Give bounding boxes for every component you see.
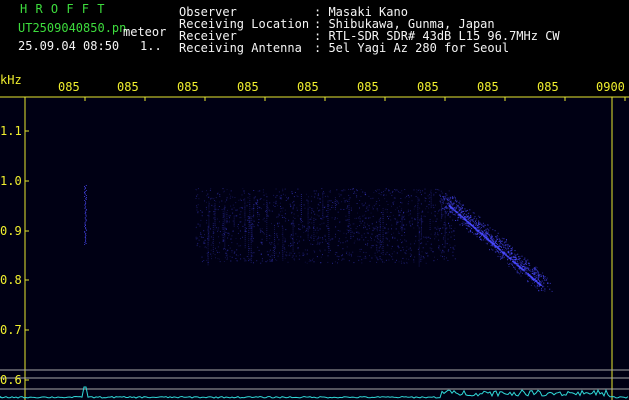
app-name: H R O F F T [20, 2, 105, 16]
file-name: UT2509040850.pn [18, 21, 127, 35]
time-tick-label: 085 [237, 80, 259, 94]
time-tick-label: 085 [537, 80, 559, 94]
freq-tick-label: 0.7 [0, 323, 22, 337]
time-tick-label: 085 [357, 80, 379, 94]
tag-label: meteor [123, 25, 167, 39]
time-tick-label: 085 [297, 80, 319, 94]
page-indicator: 1.. [140, 39, 162, 53]
time-tick-label: 085 [58, 80, 80, 94]
time-tick-label: 0900 [596, 80, 625, 94]
freq-tick-label: 0.9 [0, 224, 22, 238]
freq-tick-label: 0.6 [0, 373, 22, 387]
freq-tick-label: 1.0 [0, 174, 22, 188]
freq-tick-label: 0.8 [0, 273, 22, 287]
time-tick-label: 085 [117, 80, 139, 94]
freq-tick-label: 1.1 [0, 124, 22, 138]
time-tick-label: 085 [477, 80, 499, 94]
field-label-antenna: Receiving Antenna [179, 41, 302, 55]
timestamp: 25.09.04 08:50 [18, 39, 120, 53]
spectrogram-canvas [0, 96, 629, 400]
time-tick-label: 085 [177, 80, 199, 94]
freq-unit-label: kHz [0, 73, 22, 87]
time-tick-label: 085 [417, 80, 439, 94]
field-value-antenna: : 5el Yagi Az 280 for Seoul [314, 41, 510, 55]
plot-area [0, 97, 629, 400]
